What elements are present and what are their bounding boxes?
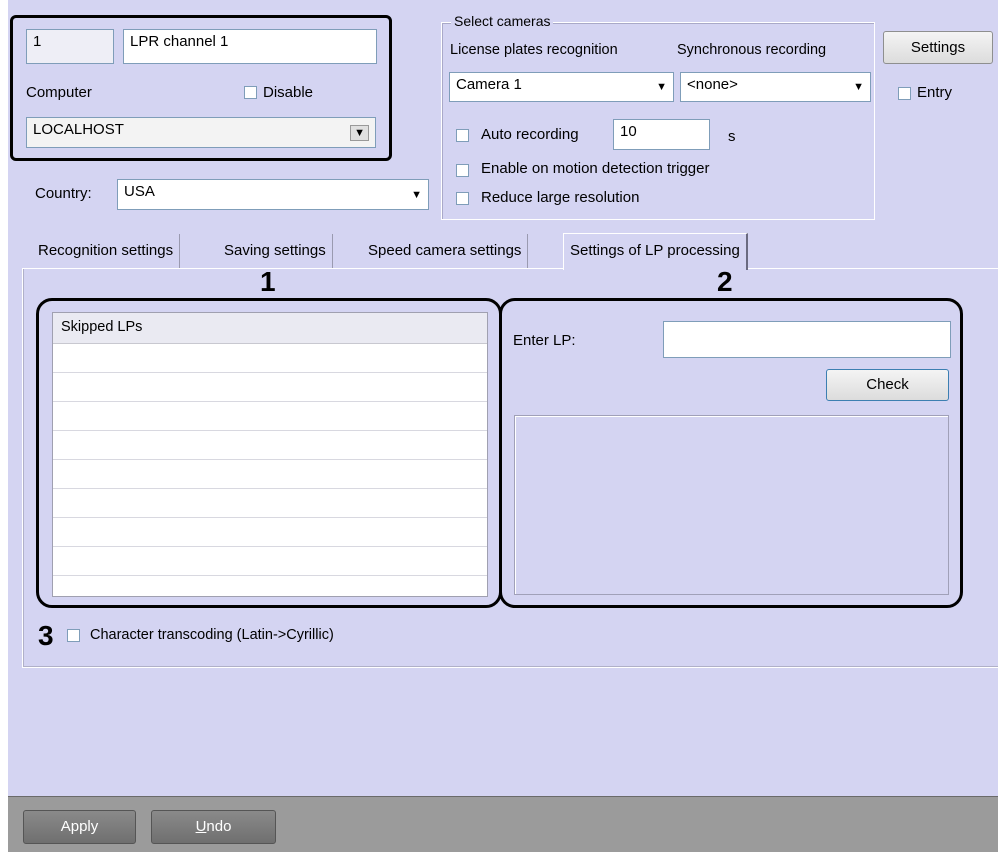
table-row[interactable] xyxy=(53,489,487,518)
undo-button[interactable]: Undo xyxy=(151,810,276,844)
settings-button[interactable]: Settings xyxy=(883,31,993,64)
table-row[interactable] xyxy=(53,518,487,547)
tab-saving-settings[interactable]: Saving settings xyxy=(218,234,333,268)
skipped-lps-grid[interactable]: Skipped LPs xyxy=(52,312,488,597)
tab-settings-of-lp-processing[interactable]: Settings of LP processing xyxy=(563,233,748,270)
auto-recording-checkbox[interactable] xyxy=(456,129,469,142)
character-transcoding-label: Character transcoding (Latin->Cyrillic) xyxy=(90,627,334,643)
auto-recording-input[interactable]: 10 xyxy=(613,119,710,150)
sync-camera-value: <none> xyxy=(687,76,738,93)
annotation-1: 1 xyxy=(260,266,276,297)
tab-speed-camera-settings[interactable]: Speed camera settings xyxy=(362,234,529,268)
check-button[interactable]: Check xyxy=(826,369,949,401)
check-result-area xyxy=(514,415,949,595)
entry-checkbox[interactable] xyxy=(898,87,911,100)
auto-recording-unit: s xyxy=(728,128,736,145)
motion-trigger-checkbox[interactable] xyxy=(456,164,469,177)
country-label: Country: xyxy=(35,185,92,202)
entry-label: Entry xyxy=(917,84,953,101)
chevron-down-icon: ▼ xyxy=(411,188,422,201)
lpr-camera-label: License plates recognition xyxy=(450,42,618,58)
auto-recording-label: Auto recording xyxy=(481,126,579,143)
lpr-camera-value: Camera 1 xyxy=(456,76,522,93)
channel-name-field[interactable]: LPR channel 1 xyxy=(123,29,377,64)
disable-label: Disable xyxy=(263,84,314,101)
sync-camera-combo[interactable]: <none> ▼ xyxy=(680,72,871,102)
table-row[interactable] xyxy=(53,402,487,431)
table-row[interactable] xyxy=(53,547,487,576)
skipped-lps-header: Skipped LPs xyxy=(53,313,487,344)
annotation-3: 3 xyxy=(38,620,54,651)
table-row[interactable] xyxy=(53,373,487,402)
table-row[interactable] xyxy=(53,344,487,373)
country-combo[interactable]: USA ▼ xyxy=(117,179,429,210)
country-value: USA xyxy=(124,183,155,200)
enter-lp-input[interactable] xyxy=(663,321,951,358)
tab-recognition-settings[interactable]: Recognition settings xyxy=(32,234,181,268)
chevron-down-icon: ▼ xyxy=(656,81,667,93)
computer-label: Computer xyxy=(26,84,92,101)
character-transcoding-checkbox[interactable] xyxy=(67,629,80,642)
table-row[interactable] xyxy=(53,460,487,489)
chevron-down-icon: ▼ xyxy=(350,124,369,141)
table-row[interactable] xyxy=(53,431,487,460)
channel-number-field[interactable]: 1 xyxy=(26,29,114,64)
reduce-resolution-label: Reduce large resolution xyxy=(481,189,640,206)
chevron-down-icon: ▼ xyxy=(853,81,864,93)
motion-trigger-label: Enable on motion detection trigger xyxy=(481,160,710,177)
reduce-resolution-checkbox[interactable] xyxy=(456,192,469,205)
undo-label-rest: ndo xyxy=(206,818,232,835)
computer-combo[interactable]: LOCALHOST ▼ xyxy=(26,117,376,148)
disable-checkbox[interactable] xyxy=(244,86,257,99)
annotation-2: 2 xyxy=(717,266,733,297)
sync-recording-label: Synchronous recording xyxy=(677,42,827,58)
computer-value: LOCALHOST xyxy=(33,121,124,138)
undo-mnemonic: U xyxy=(195,818,207,835)
lpr-camera-combo[interactable]: Camera 1 ▼ xyxy=(449,72,674,102)
enter-lp-label: Enter LP: xyxy=(513,332,576,349)
select-cameras-title: Select cameras xyxy=(451,13,554,29)
apply-button[interactable]: Apply xyxy=(23,810,136,844)
